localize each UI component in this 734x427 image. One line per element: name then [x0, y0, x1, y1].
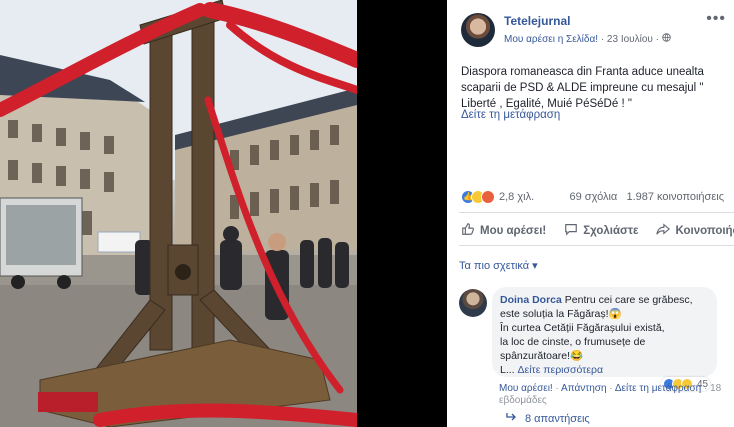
comment-author-link[interactable]: Doina Dorca: [500, 294, 562, 306]
share-button-label: Κοινοποιήστε: [675, 224, 734, 237]
commenter-avatar[interactable]: [459, 289, 487, 317]
divider-2: [459, 245, 734, 246]
comment-icon: [564, 222, 578, 239]
page-avatar[interactable]: [461, 13, 495, 47]
post-photo[interactable]: [0, 0, 357, 427]
post-panel: Tetelejurnal Μου αρέσει η Σελίδα! · 23 Ι…: [447, 0, 734, 427]
post-actions: Μου αρέσει! Σχολιάστε Κοινοποιήστε: [461, 222, 734, 239]
comment-line: este soluția la Făgăraș!😱: [500, 308, 622, 320]
share-arrow-icon: [656, 222, 671, 239]
view-replies-link[interactable]: 8 απαντήσεις: [505, 412, 590, 425]
divider: [459, 212, 734, 213]
see-more-link[interactable]: Δείτε περισσότερα: [518, 364, 604, 376]
angry-reaction-icon: [481, 190, 495, 204]
comment-button-label: Σχολιάστε: [583, 224, 639, 237]
reaction-count: 2,8 χιλ.: [499, 191, 535, 203]
page-name-link[interactable]: Tetelejurnal: [504, 14, 570, 28]
comment-like-link[interactable]: Μου αρέσει!: [499, 383, 553, 394]
comment-line: spânzurătoare!😂: [500, 350, 584, 362]
post-meta: Μου αρέσει η Σελίδα! · 23 Ιουλίου ·: [504, 33, 671, 45]
like-button[interactable]: Μου αρέσει!: [461, 222, 546, 239]
reply-arrow-icon: [505, 412, 517, 425]
comment-translate-link[interactable]: Δείτε τη μετάφραση: [615, 383, 701, 394]
comment-truncated-text: L...: [500, 364, 515, 376]
post-date[interactable]: 23 Ιουλίου: [607, 34, 653, 45]
see-translation-link[interactable]: Δείτε τη μετάφραση: [461, 109, 560, 121]
guillotine-photo: [0, 0, 357, 427]
comment-line: la loc de cinste, o frumusețe de: [500, 336, 646, 348]
globe-icon: [662, 33, 671, 45]
photo-theater-background: [357, 0, 447, 427]
thumbs-up-icon: [461, 222, 475, 239]
ellipsis-icon[interactable]: •••: [706, 10, 726, 28]
comment-line: Pentru cei care se grăbesc,: [564, 294, 693, 306]
comments-count-link[interactable]: 69 σχόλια: [570, 191, 618, 203]
comment-actions: Μου αρέσει! · Απάντηση · Δείτε τη μετάφρ…: [499, 383, 722, 406]
shares-count-link[interactable]: 1.987 κοινοποιήσεις: [626, 191, 724, 203]
engagement-counts: 69 σχόλια 1.987 κοινοποιήσεις: [570, 191, 724, 203]
replies-count: 8 απαντήσεις: [525, 412, 590, 425]
comment-button[interactable]: Σχολιάστε: [564, 222, 638, 239]
comment-sort-dropdown[interactable]: Τα πιο σχετικά ▾: [459, 259, 538, 272]
like-button-label: Μου αρέσει!: [480, 224, 547, 237]
comment-reply-link[interactable]: Απάντηση: [561, 383, 606, 394]
post-text: Diaspora romaneasca din Franta aduce une…: [461, 66, 704, 110]
like-page-link[interactable]: Μου αρέσει η Σελίδα!: [504, 34, 598, 45]
comment-bubble: Doina Dorca Pentru cei care se grăbesc, …: [492, 287, 717, 377]
share-button[interactable]: Κοινοποιήστε: [656, 222, 734, 239]
comment-line: În curtea Cetății Făgărașului există,: [500, 322, 665, 334]
reactions-summary[interactable]: 👍 2,8 χιλ.: [461, 190, 534, 204]
